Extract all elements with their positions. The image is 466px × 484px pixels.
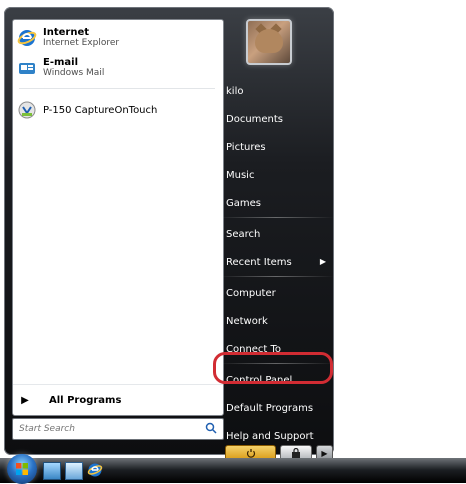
pinned-subtitle: Windows Mail <box>43 68 105 78</box>
recent-captureontouch[interactable]: P-150 CaptureOnTouch <box>17 96 217 124</box>
captureontouch-icon <box>17 100 37 120</box>
right-item-label: Games <box>226 197 261 209</box>
right-arrow-icon: ▶ <box>321 448 328 458</box>
avatar[interactable] <box>246 19 292 65</box>
right-item-label: Computer <box>226 287 276 299</box>
lock-icon <box>291 448 300 458</box>
right-item-recent-items[interactable]: Recent Items ▶ <box>218 250 334 274</box>
switch-windows-icon[interactable] <box>65 462 83 480</box>
internet-explorer-icon[interactable] <box>87 462 103 478</box>
left-pane: Internet Internet Explorer E-mail Window… <box>12 19 224 416</box>
pinned-separator <box>19 88 215 89</box>
right-item-label: Help and Support <box>226 430 314 442</box>
pinned-title: E-mail <box>43 57 79 68</box>
right-item-pictures[interactable]: Pictures <box>218 135 334 159</box>
right-item-label: Network <box>226 315 268 327</box>
quick-launch <box>43 462 103 480</box>
start-search-box[interactable] <box>12 418 224 440</box>
right-item-documents[interactable]: Documents <box>218 107 334 131</box>
pinned-windows-mail[interactable]: E-mail Windows Mail <box>17 54 217 82</box>
right-item-music[interactable]: Music <box>218 163 334 187</box>
right-pane: kilo Documents Pictures Music Games Sear… <box>218 19 335 449</box>
windows-mail-icon <box>17 58 37 78</box>
control-panel-highlight <box>213 352 333 384</box>
right-item-search[interactable]: Search <box>218 222 334 246</box>
right-item-label: Music <box>226 169 255 181</box>
right-item-default-programs[interactable]: Default Programs <box>218 396 334 420</box>
right-item-kilo[interactable]: kilo <box>218 79 334 103</box>
all-programs-label: All Programs <box>49 394 122 406</box>
start-menu: Internet Internet Explorer E-mail Window… <box>4 7 335 461</box>
start-button[interactable] <box>7 454 37 484</box>
right-divider <box>218 217 334 218</box>
search-icon[interactable] <box>205 422 217 434</box>
right-item-label: Default Programs <box>226 402 314 414</box>
right-item-label: kilo <box>226 85 244 97</box>
right-divider <box>218 276 334 277</box>
internet-explorer-icon <box>17 28 37 48</box>
power-controls: ▶ <box>225 445 333 461</box>
right-item-computer[interactable]: Computer <box>218 281 334 305</box>
right-item-label: Recent Items <box>226 256 292 268</box>
search-input[interactable] <box>17 423 201 435</box>
right-item-network[interactable]: Network <box>218 309 334 333</box>
submenu-arrow-icon: ▶ <box>319 257 326 266</box>
power-icon <box>246 449 256 458</box>
pinned-internet-explorer[interactable]: Internet Internet Explorer <box>17 24 217 52</box>
show-desktop-icon[interactable] <box>43 462 61 480</box>
right-item-games[interactable]: Games <box>218 191 334 215</box>
right-item-label: Pictures <box>226 141 266 153</box>
all-programs-button[interactable]: ▶ All Programs <box>13 384 223 415</box>
pinned-subtitle: Internet Explorer <box>43 38 120 48</box>
right-item-label: Search <box>226 228 261 240</box>
taskbar <box>0 454 466 484</box>
right-item-label: Documents <box>226 113 284 125</box>
pinned-title: Internet <box>43 27 90 38</box>
recent-item-label: P-150 CaptureOnTouch <box>43 104 158 116</box>
right-arrow-icon: ▶ <box>21 394 29 406</box>
windows-logo-icon <box>16 463 28 475</box>
